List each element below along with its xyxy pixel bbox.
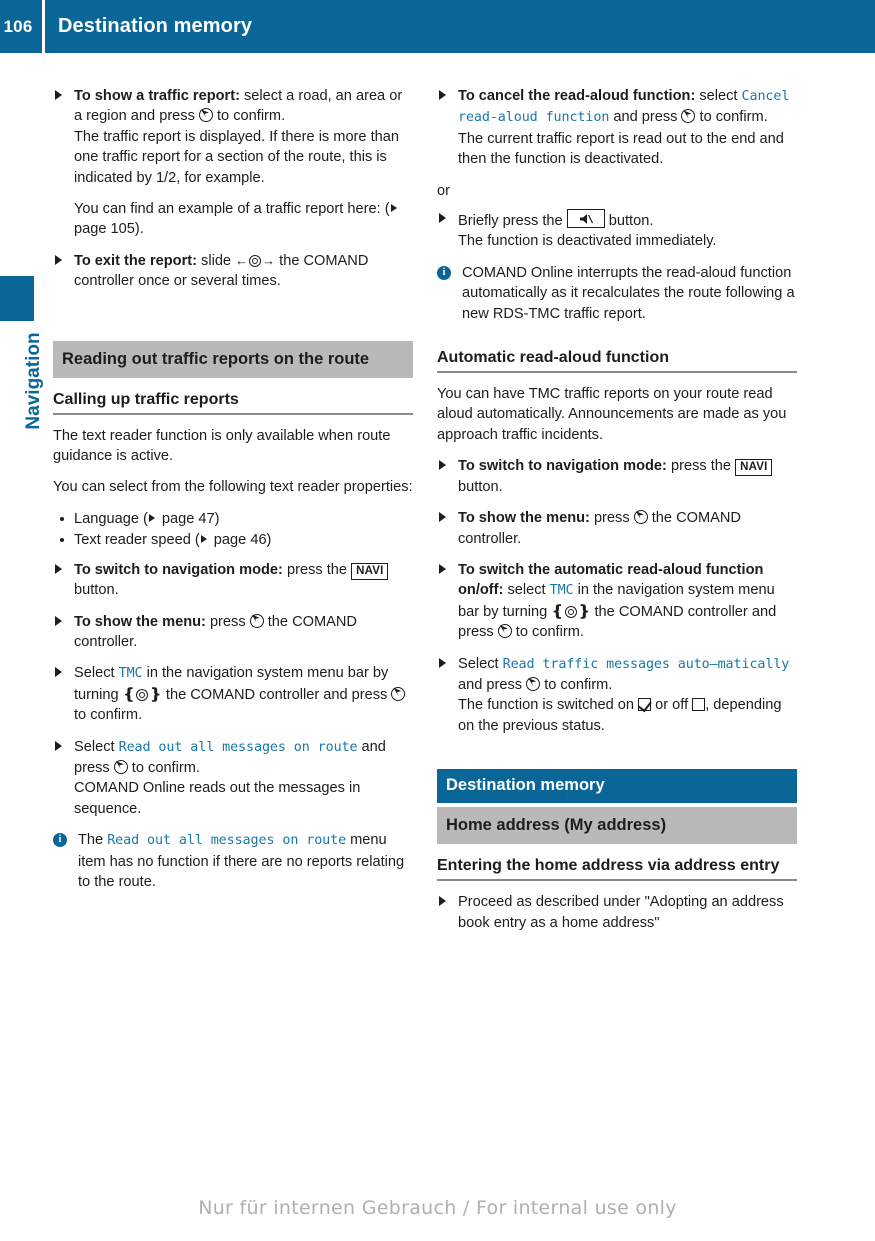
checkbox-unchecked-icon (692, 698, 706, 712)
info-icon: i (437, 265, 451, 280)
step-show-menu: To show the menu: press the COMAND contr… (437, 508, 797, 549)
step-lead: To show a traffic report: (74, 88, 240, 104)
menu-item-read-out-all-messages-on-route[interactable]: Read out all messages on route (107, 833, 346, 848)
checkbox-checked-icon (638, 698, 652, 712)
step-show-traffic-report: To show a traffic report: select a road,… (53, 86, 413, 240)
step-triangle-icon (55, 740, 62, 751)
page-number: 106 (3, 16, 33, 36)
step-select-read-out-all: Select Read out all messages on route an… (53, 737, 413, 820)
step-lead: To switch to navigation mode: (458, 458, 667, 475)
step-switch-automatic-on-off: To switch the automatic read-aloud funct… (437, 560, 797, 643)
bullet-text-reader-speed: Text reader speed ( page 46) (53, 530, 413, 550)
step-triangle-icon (439, 512, 446, 523)
step-lead: To show the menu: (74, 613, 206, 630)
press-controller-icon (249, 613, 264, 628)
turn-controller-icon: ❴ ❵ (551, 602, 591, 620)
page-header: 106 Destination memory (0, 0, 875, 53)
paragraph-properties-intro: You can select from the following text r… (53, 479, 413, 496)
subheading-automatic-read-aloud: Automatic read-aloud function (437, 347, 797, 374)
menu-item-tmc[interactable]: TMC (550, 583, 574, 598)
manual-page: 106 Destination memory Navigation To sho… (0, 0, 875, 1241)
page-reference-icon (390, 204, 397, 213)
menu-item-tmc[interactable]: TMC (119, 666, 143, 681)
step-detail: The traffic report is displayed. If ther… (74, 128, 399, 186)
navi-button-icon: NAVI (735, 459, 773, 477)
menu-item-read-out-all-messages-on-route[interactable]: Read out all messages on route (119, 740, 358, 755)
press-controller-icon (198, 108, 213, 123)
chapter-label: Navigation (23, 332, 44, 430)
alternative-separator: or (437, 182, 450, 199)
chapter-heading-destination-memory: Destination memory (437, 769, 797, 804)
bullet-dot-icon (60, 516, 64, 521)
step-triangle-icon (55, 563, 62, 574)
step-triangle-icon (439, 657, 446, 668)
footer-watermark: Nur für internen Gebrauch / For internal… (198, 1197, 677, 1219)
step-triangle-icon (439, 460, 446, 471)
step-lead: To cancel the read-aloud function: (458, 88, 696, 104)
step-triangle-icon (55, 90, 62, 100)
step-triangle-icon (439, 213, 446, 224)
right-column: To cancel the read-aloud function: selec… (437, 86, 797, 944)
step-exit-report: To exit the report: slide ← → the COMAND … (53, 251, 413, 292)
page-reference-icon (148, 513, 155, 522)
step-detail: The function is deactivated immediately. (458, 233, 717, 250)
step-triangle-icon (55, 615, 62, 626)
press-controller-icon (113, 759, 128, 774)
turn-controller-icon: ❴ ❵ (122, 685, 162, 703)
press-controller-icon (633, 510, 648, 525)
press-controller-icon (497, 624, 512, 639)
step-select-tmc: Select TMC in the navigation system menu… (53, 663, 413, 725)
step-switch-navigation-mode: To switch to navigation mode: press the … (437, 456, 797, 497)
step-triangle-icon (55, 254, 62, 265)
step-reference: You can find an example of a traffic rep… (74, 199, 413, 240)
step-detail: COMAND Online reads out the messages in … (74, 780, 361, 817)
header-divider (42, 0, 45, 53)
step-show-menu: To show the menu: press the COMAND contr… (53, 612, 413, 653)
step-select-read-traffic-messages: Select Read traffic messages auto–matica… (437, 654, 797, 737)
paragraph-availability: The text reader function is only availab… (53, 427, 391, 465)
step-switch-navigation-mode: To switch to navigation mode: press the … (53, 560, 413, 601)
note-read-out-all-no-function: i The Read out all messages on route men… (53, 830, 413, 892)
subheading-entering-home-address: Entering the home address via address en… (437, 855, 797, 882)
press-controller-icon (526, 676, 541, 691)
mute-button-icon (566, 209, 605, 229)
press-controller-icon (681, 109, 696, 124)
step-cancel-read-aloud: To cancel the read-aloud function: selec… (437, 86, 797, 170)
note-interrupts-read-aloud: i COMAND Online interrupts the read-alou… (437, 263, 797, 324)
slide-controller-icon: ← → (235, 252, 276, 268)
left-column: To show a traffic report: select a road,… (53, 86, 413, 903)
section-heading-reading-out: Reading out traffic reports on the route (53, 340, 413, 378)
navi-button-icon: NAVI (351, 562, 389, 580)
step-triangle-icon (439, 563, 446, 574)
step-lead: To show the menu: (458, 510, 590, 527)
bullet-dot-icon (60, 538, 64, 543)
paragraph-automatic-intro: You can have TMC traffic reports on your… (437, 386, 787, 443)
step-triangle-icon (55, 667, 62, 678)
press-controller-icon (391, 686, 406, 701)
step-lead: To exit the report: (74, 252, 197, 269)
step-briefly-press-mute: Briefly press the button. The function i… (437, 209, 797, 252)
bullet-language: Language ( page 47) (53, 509, 413, 529)
subheading-calling-up: Calling up traffic reports (53, 389, 413, 415)
step-proceed-as-described: Proceed as described under "Adopting an … (437, 892, 797, 933)
step-triangle-icon (439, 896, 446, 907)
page-reference-icon (200, 535, 207, 544)
section-heading-home-address: Home address (My address) (437, 807, 797, 845)
info-icon: i (53, 833, 67, 848)
step-detail: The current traffic report is read out t… (458, 130, 784, 168)
page-title: Destination memory (58, 15, 253, 37)
menu-item-read-traffic-messages-automatically[interactable]: Read traffic messages auto–matically (503, 657, 790, 672)
step-triangle-icon (439, 90, 446, 100)
step-detail: The function is switched on or off , dep… (458, 697, 782, 734)
step-lead: To switch to navigation mode: (74, 561, 283, 578)
